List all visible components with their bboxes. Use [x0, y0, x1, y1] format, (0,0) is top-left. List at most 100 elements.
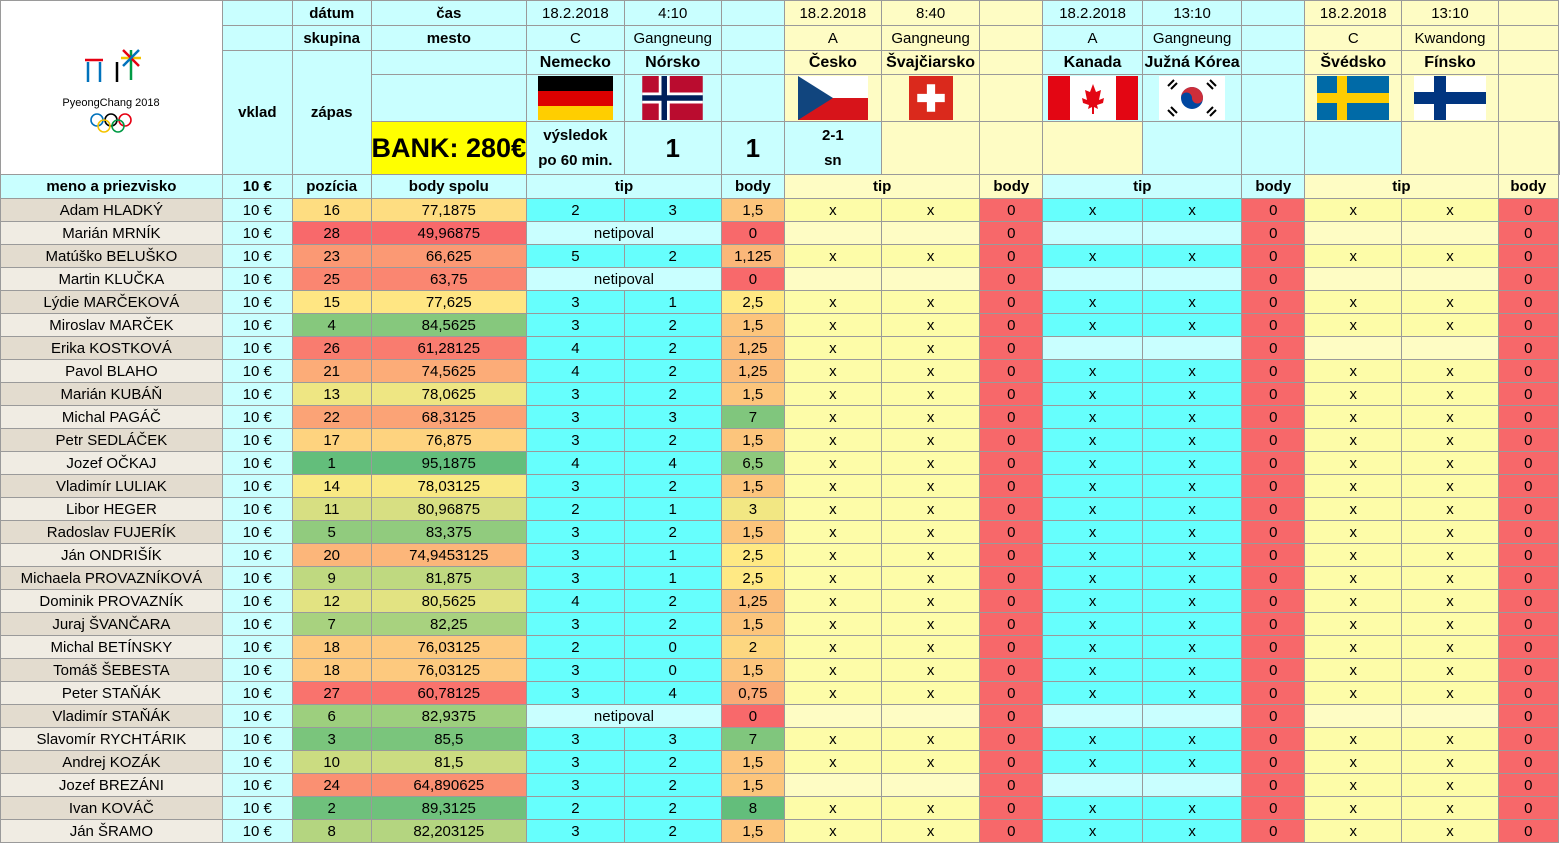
- tip-away: x: [880, 727, 981, 751]
- points-cell: 1,5: [720, 819, 785, 843]
- tip-away: 2: [623, 428, 722, 452]
- points-cell: 0: [1241, 428, 1306, 452]
- tip-home: x: [783, 750, 882, 774]
- player-position: 17: [291, 428, 372, 452]
- player-stake: 10 €: [221, 451, 293, 475]
- tip-home: x: [783, 658, 882, 682]
- table-row: Jozef OČKAJ 10 €1 95,1875 4 4 6,5 x x 0 x x 0 x x 0: [0, 451, 1560, 475]
- tip-away: x: [1141, 198, 1243, 222]
- player-total-points: 66,625: [370, 244, 528, 268]
- points-cell: 0: [1497, 290, 1560, 314]
- header-skupina: skupina: [291, 25, 372, 51]
- tip-away: x: [1401, 681, 1499, 705]
- player-stake: 10 €: [221, 428, 293, 452]
- tip-away: x: [1401, 244, 1499, 268]
- tip-home: x: [783, 428, 882, 452]
- player-stake: 10 €: [221, 704, 293, 728]
- match3-city: Gangneung: [1141, 25, 1243, 51]
- header-body-3: body: [1241, 174, 1306, 199]
- player-name: Ján ONDRIŠÍK: [0, 543, 223, 567]
- tip-away: 2: [623, 359, 722, 383]
- player-position: 9: [291, 566, 372, 590]
- tip-home: x: [1042, 612, 1143, 636]
- match4-home-team: Švédsko: [1304, 50, 1403, 75]
- player-position: 27: [291, 681, 372, 705]
- tip-home: x: [783, 543, 882, 567]
- player-total-points: 76,03125: [370, 658, 528, 682]
- points-cell: 0: [1497, 313, 1560, 337]
- points-cell: 0: [1497, 566, 1560, 590]
- player-stake: 10 €: [221, 819, 293, 843]
- tip-home: 3: [526, 428, 625, 452]
- table-row: Tomáš ŠEBESTA 10 €18 76,03125 3 0 1,5 x x 0 x x 0 x x…: [0, 658, 1560, 682]
- match4-time: 13:10: [1401, 0, 1499, 26]
- header-body-4: body: [1497, 174, 1560, 199]
- tip-home: x: [1304, 681, 1403, 705]
- tip-away: x: [1401, 543, 1499, 567]
- korea-flag-icon: [1141, 74, 1243, 122]
- tip-away: x: [1401, 589, 1499, 613]
- match1-date: 18.2.2018: [526, 0, 625, 26]
- tip-away: x: [880, 290, 981, 314]
- header-tip-2: tip: [783, 174, 981, 199]
- tip-home: 3: [526, 474, 625, 498]
- tip-away: x: [1401, 773, 1499, 797]
- tip-home: x: [783, 451, 882, 475]
- match2-group: A: [783, 25, 882, 51]
- player-stake: 10 €: [221, 566, 293, 590]
- points-cell: 1,25: [720, 589, 785, 613]
- player-name: Miroslav MARČEK: [0, 313, 223, 337]
- tip-away: [1141, 704, 1243, 728]
- tip-home: 3: [526, 566, 625, 590]
- canada-flag-icon: [1042, 74, 1143, 122]
- points-cell: 0: [979, 612, 1044, 636]
- tip-away: [880, 773, 981, 797]
- tip-home: x: [783, 382, 882, 406]
- tip-home: 3: [526, 382, 625, 406]
- points-cell: 0: [1241, 359, 1306, 383]
- tip-away: [1401, 221, 1499, 245]
- tip-away: x: [1401, 474, 1499, 498]
- tip-home: [1304, 336, 1403, 360]
- tip-home: 4: [526, 451, 625, 475]
- points-cell: 0: [1241, 497, 1306, 521]
- tip-home: 2: [526, 497, 625, 521]
- tip-away: 4: [623, 451, 722, 475]
- table-row: Lýdie MARČEKOVÁ 10 €15 77,625 3 1 2,5 x x 0 x x 0 x x…: [0, 290, 1560, 314]
- player-total-points: 76,875: [370, 428, 528, 452]
- player-total-points: 63,75: [370, 267, 528, 291]
- points-cell: 0: [979, 566, 1044, 590]
- tip-away: x: [1141, 290, 1243, 314]
- tip-home: x: [1042, 405, 1143, 429]
- table-row: Jozef BREZÁNI 10 €24 64,890625 3 2 1,5 0 0 x x 0: [0, 773, 1560, 797]
- tip-away: [880, 221, 981, 245]
- table-row: Slavomír RYCHTÁRIK 10 €3 85,5 3 3 7 x x 0 x x 0 x x 0: [0, 727, 1560, 751]
- match1-group: C: [526, 25, 625, 51]
- player-name: Tomáš ŠEBESTA: [0, 658, 223, 682]
- tip-home: x: [1042, 244, 1143, 268]
- tip-home: [1304, 704, 1403, 728]
- match1-city: Gangneung: [623, 25, 722, 51]
- player-total-points: 76,03125: [370, 635, 528, 659]
- tip-away: [1401, 267, 1499, 291]
- header-mesto: mesto: [370, 25, 528, 51]
- points-cell: 0: [979, 428, 1044, 452]
- header-stake: 10 €: [221, 174, 293, 199]
- points-cell: 0: [1497, 359, 1560, 383]
- points-cell: 0: [979, 382, 1044, 406]
- points-cell: 0: [1497, 497, 1560, 521]
- points-cell: 0: [1497, 244, 1560, 268]
- tip-home: 4: [526, 359, 625, 383]
- player-stake: 10 €: [221, 520, 293, 544]
- table-row: Adam HLADKÝ 10 €16 77,1875 2 3 1,5 x x 0 x x 0 x x 0: [0, 198, 1560, 222]
- points-cell: 0: [979, 336, 1044, 360]
- points-cell: 0: [1241, 244, 1306, 268]
- points-cell: 0: [979, 520, 1044, 544]
- tip-away: x: [880, 382, 981, 406]
- player-name: Martin KLUČKA: [0, 267, 223, 291]
- player-name: Ján ŠRAMO: [0, 819, 223, 843]
- tip-away: [1401, 336, 1499, 360]
- match4-away-team: Fínsko: [1401, 50, 1499, 75]
- points-cell: 2,5: [720, 290, 785, 314]
- points-cell: 1,5: [720, 198, 785, 222]
